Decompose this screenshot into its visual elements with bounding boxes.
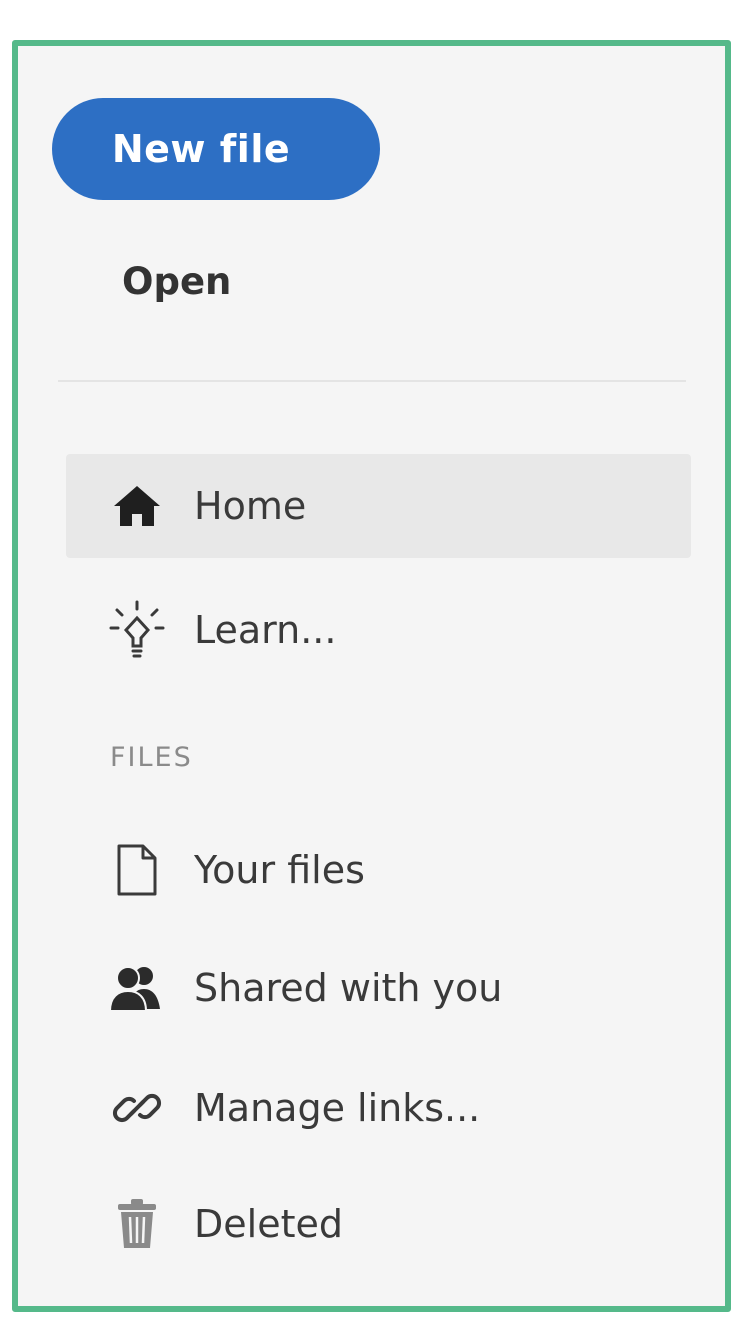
trash-icon (108, 1195, 166, 1253)
people-icon (108, 959, 166, 1017)
sidebar-item-label: Manage links... (194, 1086, 481, 1130)
sidebar-item-deleted[interactable]: Deleted (66, 1172, 691, 1276)
sidebar-panel: New file Open Home Learn... FILES Your f… (12, 40, 731, 1312)
sidebar-item-label: Your files (194, 848, 365, 892)
link-icon (108, 1079, 166, 1137)
new-file-button[interactable]: New file (52, 98, 380, 200)
sidebar-item-your-files[interactable]: Your files (66, 818, 691, 922)
open-label: Open (122, 260, 232, 303)
home-icon (108, 477, 166, 535)
sidebar-item-label: Learn... (194, 608, 337, 652)
open-button[interactable]: Open (122, 260, 231, 303)
file-icon (108, 841, 166, 899)
files-section-header: FILES (110, 742, 193, 773)
sidebar-item-home[interactable]: Home (66, 454, 691, 558)
lightbulb-icon (108, 600, 166, 659)
divider (58, 380, 686, 382)
new-file-button-label: New file (111, 127, 291, 171)
sidebar-item-label: Home (194, 484, 307, 528)
sidebar-item-manage-links[interactable]: Manage links... (66, 1056, 691, 1160)
sidebar-item-label: Shared with you (194, 966, 503, 1010)
sidebar-item-shared-with-you[interactable]: Shared with you (66, 936, 691, 1040)
sidebar-item-learn[interactable]: Learn... (66, 578, 691, 682)
sidebar-item-label: Deleted (194, 1202, 343, 1246)
